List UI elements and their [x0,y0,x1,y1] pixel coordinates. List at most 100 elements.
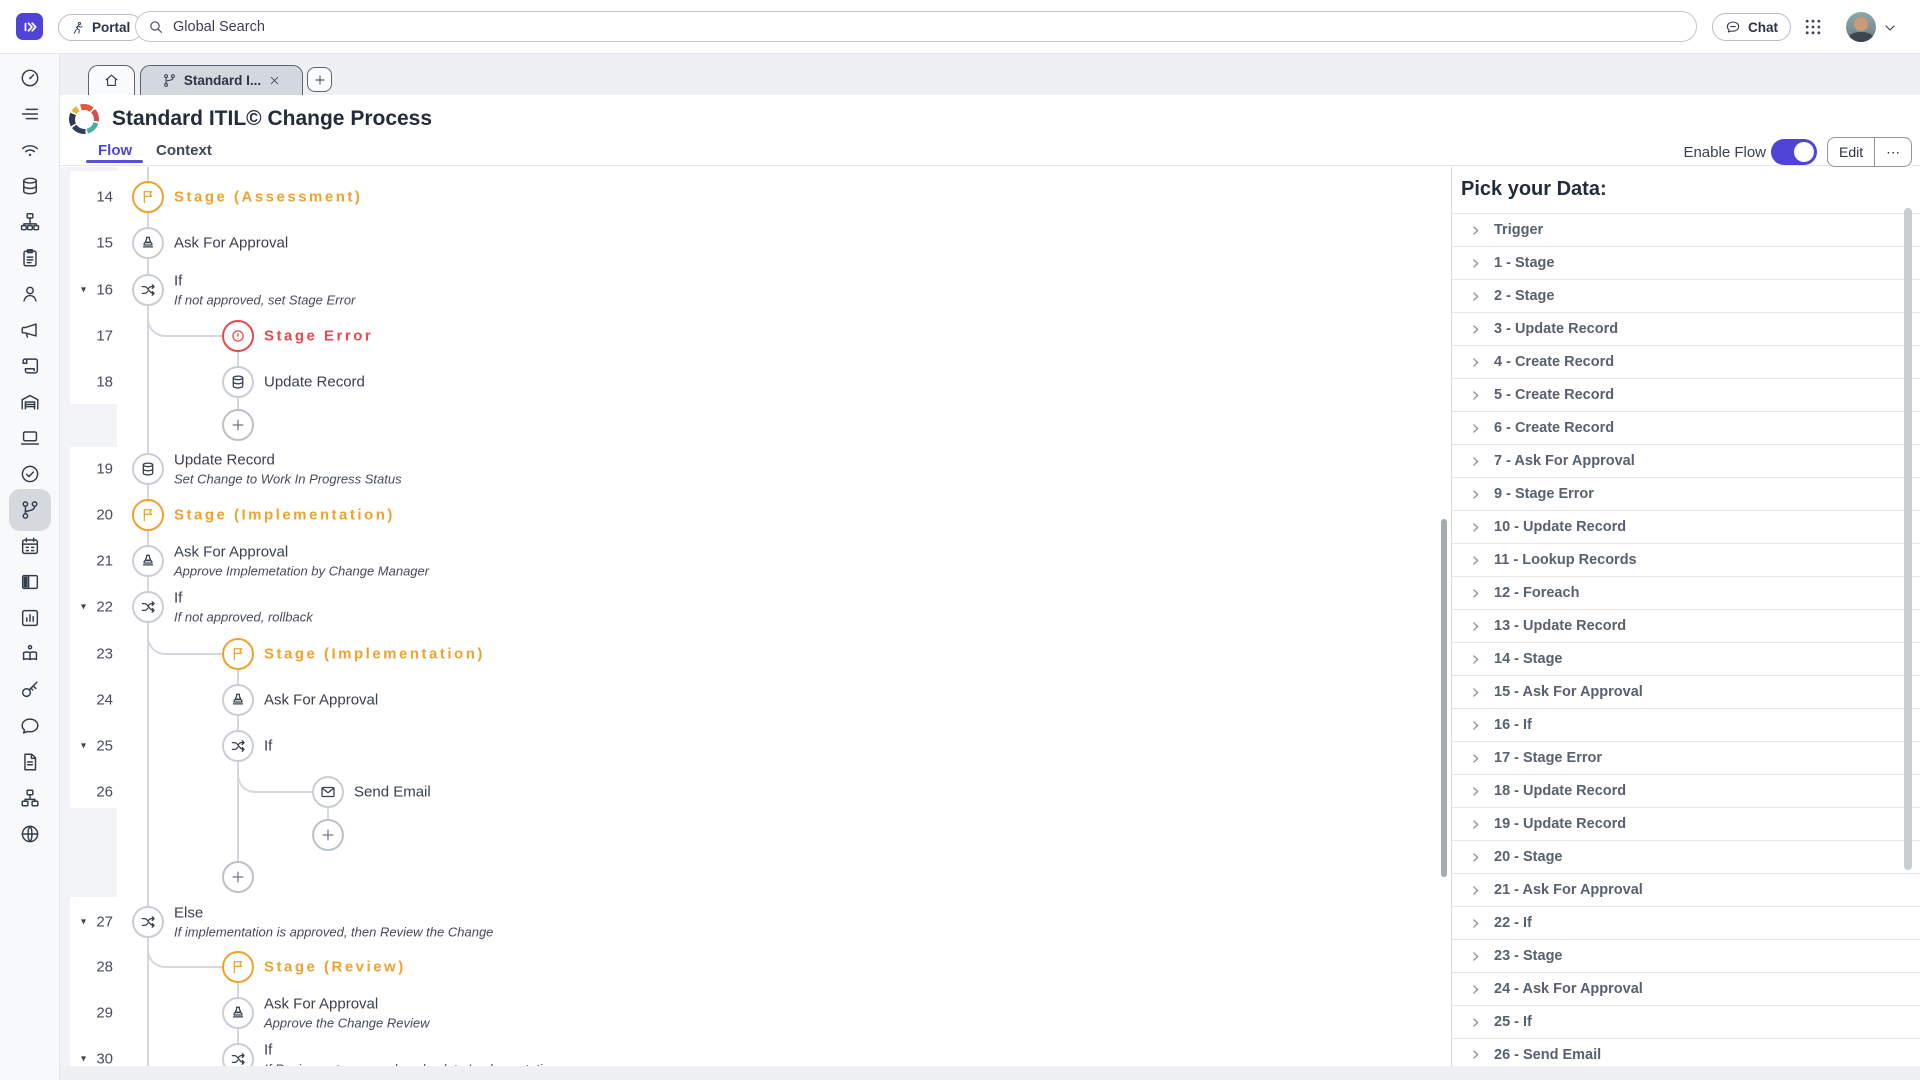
panel-scrollbar[interactable] [1904,208,1912,870]
data-item-row[interactable]: 10 - Update Record [1452,510,1920,543]
data-item-row[interactable]: 4 - Create Record [1452,345,1920,378]
account-menu-button[interactable] [1882,20,1898,36]
step-node-stage[interactable] [132,499,164,531]
data-item-row[interactable]: 24 - Ask For Approval [1452,972,1920,1005]
step-label[interactable]: Stage Error [264,326,373,347]
step-node-update-record[interactable] [132,453,164,485]
step-label[interactable]: Stage (Assessment) [174,187,362,208]
data-item-row[interactable]: 7 - Ask For Approval [1452,444,1920,477]
chat-bubble-icon[interactable] [19,715,41,737]
data-item-row[interactable]: 11 - Lookup Records [1452,543,1920,576]
step-label[interactable]: Stage (Review) [264,957,406,978]
split-view-icon[interactable] [19,571,41,593]
check-circle-icon[interactable] [19,463,41,485]
step-label[interactable]: Update RecordSet Change to Work In Progr… [174,449,402,488]
data-item-row[interactable]: 16 - If [1452,708,1920,741]
edit-button[interactable]: Edit [1828,138,1874,166]
step-node-stage-error[interactable] [222,320,254,352]
tab-flow[interactable]: Flow [98,142,132,159]
data-item-row[interactable]: 20 - Stage [1452,840,1920,873]
data-item-row[interactable]: Trigger [1452,213,1920,246]
more-options-button[interactable]: ⋯ [1875,138,1911,166]
data-item-row[interactable]: 9 - Stage Error [1452,477,1920,510]
add-step-button[interactable] [312,819,344,851]
step-node-stage[interactable] [132,181,164,213]
step-node-if[interactable] [132,591,164,623]
filter-lines-icon[interactable] [19,103,41,125]
data-item-row[interactable]: 3 - Update Record [1452,312,1920,345]
data-item-row[interactable]: 5 - Create Record [1452,378,1920,411]
step-node-update-record[interactable] [222,366,254,398]
step-label[interactable]: ElseIf implementation is approved, then … [174,902,493,941]
enable-flow-toggle[interactable] [1771,139,1817,165]
new-tab-button[interactable] [307,67,332,92]
wifi-icon[interactable] [19,139,41,161]
step-label[interactable]: Ask For ApprovalApprove Implemetation by… [174,541,429,580]
step-label[interactable]: Update Record [264,372,365,393]
megaphone-icon[interactable] [19,319,41,341]
data-item-row[interactable]: 12 - Foreach [1452,576,1920,609]
step-label[interactable]: Ask For ApprovalApprove the Change Revie… [264,993,430,1032]
data-item-row[interactable]: 2 - Stage [1452,279,1920,312]
user-icon[interactable] [19,283,41,305]
user-avatar[interactable] [1846,12,1876,42]
step-node-stage[interactable] [222,951,254,983]
scroll-icon[interactable] [19,355,41,377]
step-node-if[interactable] [222,730,254,762]
step-node-approval[interactable] [222,684,254,716]
flow-branch-icon[interactable] [19,499,41,521]
tab-standard-itil[interactable]: Standard I... [140,65,303,95]
step-node-else[interactable] [132,906,164,938]
calendar-icon[interactable] [19,535,41,557]
step-node-send-email[interactable] [312,776,344,808]
step-node-approval[interactable] [132,227,164,259]
step-label[interactable]: Ask For Approval [174,233,288,254]
data-item-row[interactable]: 1 - Stage [1452,246,1920,279]
step-node-stage[interactable] [222,638,254,670]
data-item-row[interactable]: 21 - Ask For Approval [1452,873,1920,906]
step-label[interactable]: IfIf Review not approved, go back to Imp… [264,1039,557,1066]
database-icon[interactable] [19,175,41,197]
global-search-input[interactable]: Global Search [135,11,1697,42]
step-node-if[interactable] [222,1043,254,1066]
data-item-row[interactable]: 18 - Update Record [1452,774,1920,807]
data-item-row[interactable]: 25 - If [1452,1005,1920,1038]
step-label[interactable]: Ask For Approval [264,690,378,711]
key-icon[interactable] [19,679,41,701]
data-item-row[interactable]: 15 - Ask For Approval [1452,675,1920,708]
step-label[interactable]: If [264,736,272,757]
clipboard-icon[interactable] [19,247,41,269]
sitemap-icon[interactable] [19,211,41,233]
close-icon[interactable] [268,74,281,87]
tab-context[interactable]: Context [156,142,212,159]
step-label[interactable]: Stage (Implementation) [264,644,485,665]
flow-canvas[interactable]: 14 Stage (Assessment) 15 Ask For Approva… [59,167,1451,1066]
app-grid-button[interactable] [1803,17,1823,37]
data-item-row[interactable]: 13 - Update Record [1452,609,1920,642]
step-node-if[interactable] [132,274,164,306]
step-label[interactable]: Stage (Implementation) [174,505,395,526]
data-item-row[interactable]: 6 - Create Record [1452,411,1920,444]
flow-scrollbar[interactable] [1441,519,1447,877]
data-item-row[interactable]: 19 - Update Record [1452,807,1920,840]
data-item-row[interactable]: 22 - If [1452,906,1920,939]
step-label[interactable]: IfIf not approved, set Stage Error [174,270,355,309]
step-node-approval[interactable] [222,997,254,1029]
data-item-row[interactable]: 14 - Stage [1452,642,1920,675]
lectern-icon[interactable] [19,643,41,665]
warehouse-icon[interactable] [19,391,41,413]
add-step-button[interactable] [222,861,254,893]
gauge-icon[interactable] [19,67,41,89]
globe-icon[interactable] [19,823,41,845]
step-label[interactable]: Send Email [354,782,431,803]
bar-chart-icon[interactable] [19,607,41,629]
chat-button[interactable]: Chat [1712,13,1791,41]
step-label[interactable]: IfIf not approved, rollback [174,587,313,626]
decisions-logo[interactable] [16,13,43,40]
data-item-row[interactable]: 23 - Stage [1452,939,1920,972]
portal-button[interactable]: Portal [58,14,143,41]
laptop-icon[interactable] [19,427,41,449]
document-icon[interactable] [19,751,41,773]
data-item-row[interactable]: 17 - Stage Error [1452,741,1920,774]
home-tab[interactable] [88,65,135,95]
